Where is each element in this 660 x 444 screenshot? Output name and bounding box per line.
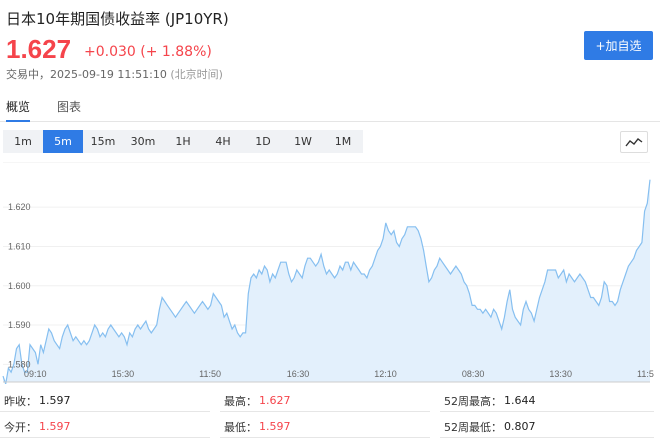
x-tick-label: 16:30 <box>287 369 310 379</box>
y-tick-label: 1.580 <box>8 359 31 369</box>
stat-52w-low: 52周最低： 0.807 <box>440 416 654 438</box>
x-tick-label: 11:50 <box>199 369 221 379</box>
x-tick-label: 13:30 <box>549 369 572 379</box>
chart-area-fill <box>3 179 650 384</box>
price-change: +0.030 (+ 1.88%) <box>84 44 212 60</box>
period-selector: 1m 5m 15m 30m 1H 4H 1D 1W 1M <box>3 130 363 153</box>
period-1m[interactable]: 1m <box>3 130 43 153</box>
last-price: 1.627 <box>6 34 72 64</box>
x-tick-label: 11:5 <box>637 369 654 379</box>
period-5m[interactable]: 5m <box>43 130 83 153</box>
stat-52w-high: 52周最高： 1.644 <box>440 390 654 412</box>
chart-type-toggle[interactable] <box>620 131 648 153</box>
period-15m[interactable]: 15m <box>83 130 123 153</box>
status-text: 交易中，2025-09-19 11:51:10 <box>6 68 167 81</box>
x-tick-label: 15:30 <box>112 369 135 379</box>
trading-status: 交易中，2025-09-19 11:51:10 (北京时间) <box>6 66 223 82</box>
stat-high: 最高： 1.627 <box>220 390 430 412</box>
x-tick-label: 12:10 <box>374 369 397 379</box>
timezone-note: (北京时间) <box>170 68 223 81</box>
tab-overview[interactable]: 概览 <box>6 98 31 122</box>
y-tick-label: 1.600 <box>8 281 31 291</box>
page-title: 日本10年期国债收益率 (JP10YR) <box>6 10 229 28</box>
y-tick-label: 1.610 <box>8 241 31 251</box>
period-1d[interactable]: 1D <box>243 130 283 153</box>
stats-row: 昨收： 1.597 最高： 1.627 52周最高： 1.644 <box>0 390 660 412</box>
line-chart-icon <box>625 138 643 147</box>
x-tick-label: 08:30 <box>462 369 485 379</box>
tab-chart[interactable]: 图表 <box>57 98 81 121</box>
period-30m[interactable]: 30m <box>123 130 163 153</box>
stat-low: 最低： 1.597 <box>220 416 430 438</box>
period-1h[interactable]: 1H <box>163 130 203 153</box>
intraday-chart[interactable]: 1.580 1.590 1.600 1.610 1.620 09:10 15:30 11:5… <box>0 162 660 384</box>
stat-prev-close: 昨收： 1.597 <box>0 390 210 412</box>
stat-open: 今开： 1.597 <box>0 416 210 438</box>
y-tick-label: 1.590 <box>8 320 31 330</box>
period-1w[interactable]: 1W <box>283 130 323 153</box>
y-tick-label: 1.620 <box>8 202 31 212</box>
period-4h[interactable]: 4H <box>203 130 243 153</box>
x-tick-label: 09:10 <box>24 369 47 379</box>
period-1mo[interactable]: 1M <box>323 130 363 153</box>
add-watchlist-button[interactable]: +加自选 <box>584 31 653 60</box>
tab-bar: 概览 图表 <box>0 94 660 122</box>
stats-row: 今开： 1.597 最低： 1.597 52周最低： 0.807 <box>0 416 660 438</box>
